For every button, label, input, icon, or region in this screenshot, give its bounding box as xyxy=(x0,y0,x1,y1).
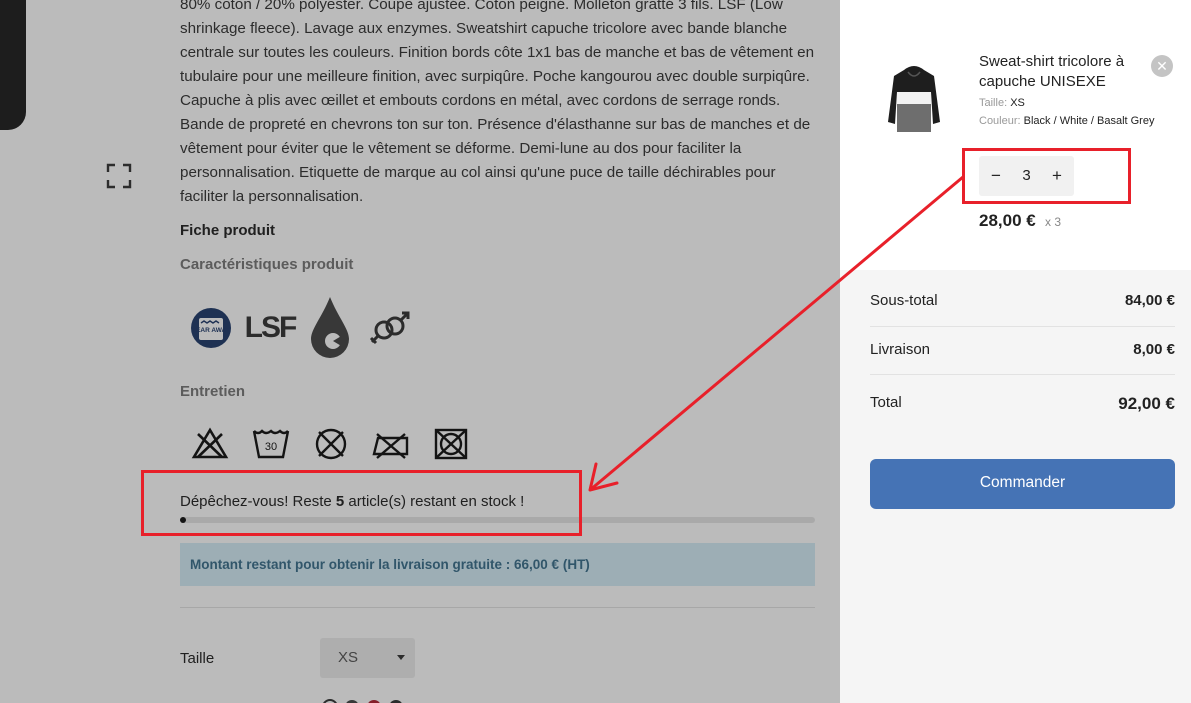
annotation-box-stock xyxy=(141,470,582,536)
cart-item-price: 28,00 € xyxy=(979,211,1036,230)
close-icon: ✕ xyxy=(1156,58,1168,74)
cart-item-thumbnail[interactable] xyxy=(886,62,942,138)
total-value: 92,00 € xyxy=(1118,394,1175,413)
subtotal-row: Sous-total 84,00 € xyxy=(870,292,1175,309)
shipping-value: 8,00 € xyxy=(1133,341,1175,358)
size-attr-key: Taille: xyxy=(979,97,1008,109)
size-attr-value: XS xyxy=(1010,97,1025,109)
color-attr-key: Couleur: xyxy=(979,115,1021,127)
cart-item-size: Taille: XS xyxy=(979,97,1159,110)
total-label: Total xyxy=(870,394,902,411)
summary-divider xyxy=(870,326,1175,327)
shipping-label: Livraison xyxy=(870,341,931,358)
checkout-button[interactable]: Commander xyxy=(870,459,1175,509)
cart-item-multiplier: x 3 xyxy=(1045,215,1062,229)
annotation-box-quantity xyxy=(962,148,1131,204)
total-row: Total 92,00 € xyxy=(870,394,1175,413)
subtotal-value: 84,00 € xyxy=(1124,292,1175,309)
page-dim-overlay[interactable] xyxy=(0,0,840,703)
cart-drawer: Sweat-shirt tricolore à capuche UNISEXE … xyxy=(840,0,1191,703)
product-page: 80% coton / 20% polyester. Coupe ajustée… xyxy=(0,0,840,703)
color-attr-value: Black / White / Basalt Grey xyxy=(1023,115,1155,127)
cart-item-color: Couleur: Black / White / Basalt Grey xyxy=(979,115,1159,128)
cart-item-title[interactable]: Sweat-shirt tricolore à capuche UNISEXE xyxy=(979,52,1159,92)
summary-divider xyxy=(870,374,1175,375)
cart-item: Sweat-shirt tricolore à capuche UNISEXE … xyxy=(840,0,1191,270)
shipping-row: Livraison 8,00 € xyxy=(870,341,1175,358)
remove-item-button[interactable]: ✕ xyxy=(1151,55,1173,77)
subtotal-label: Sous-total xyxy=(870,292,938,309)
